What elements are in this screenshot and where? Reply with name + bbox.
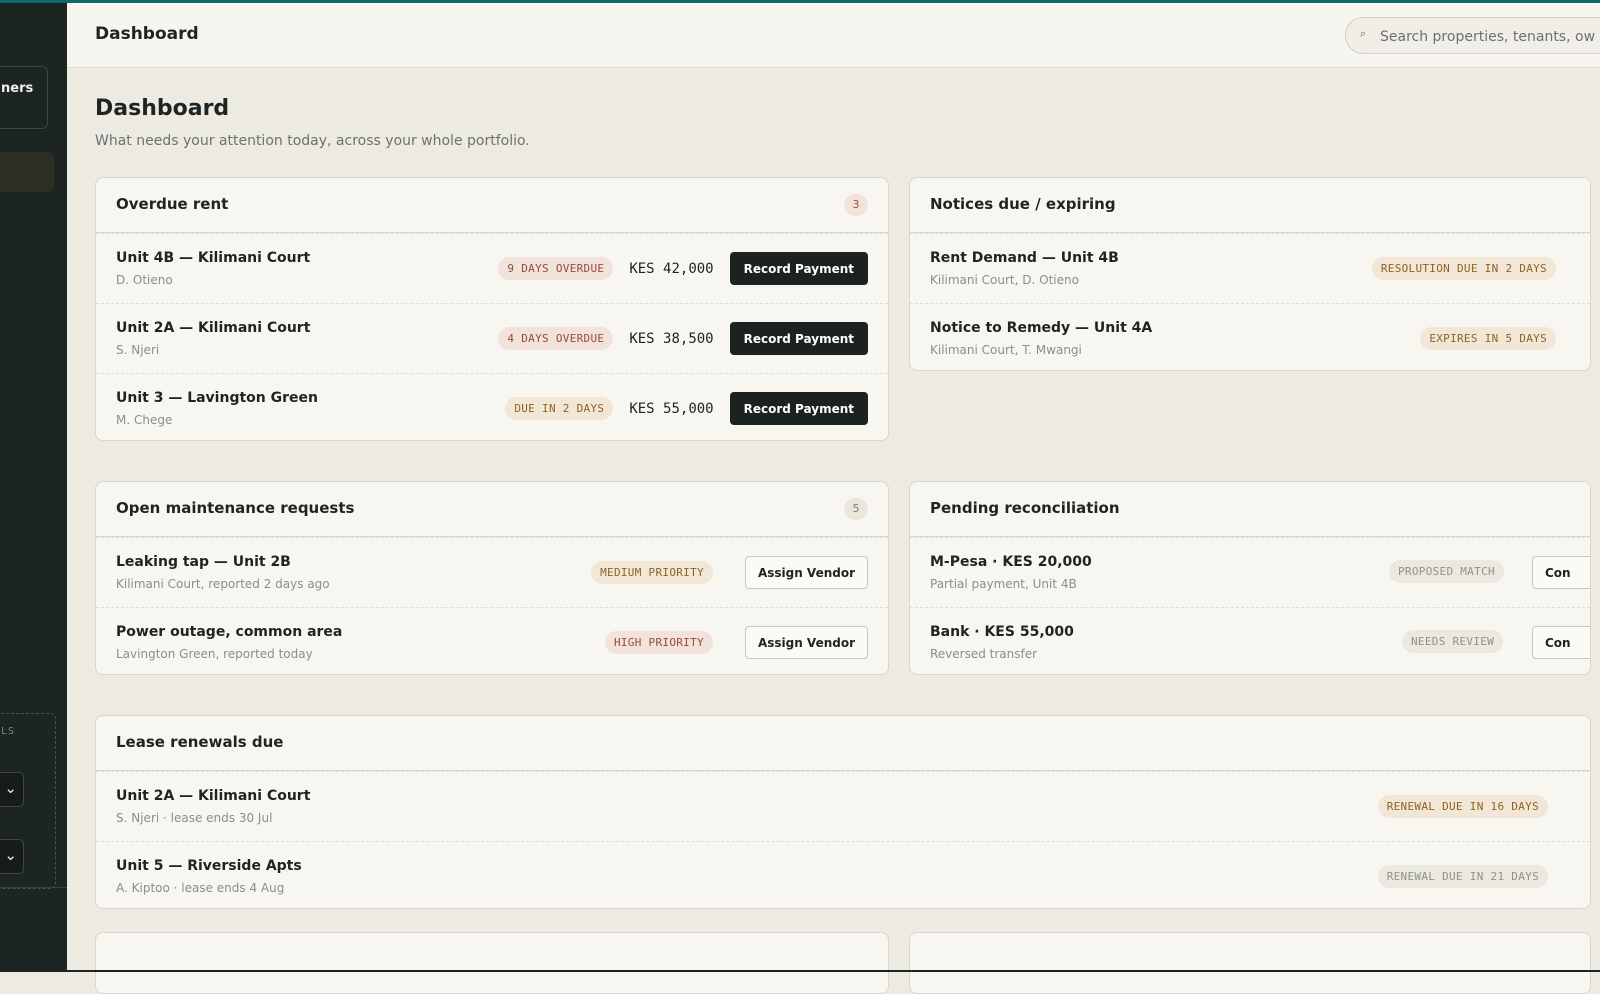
card-header: Overdue rent 3 [96,178,888,233]
status-badge: DUE IN 2 DAYS [505,397,614,420]
search-box[interactable]: ⌕ [1345,17,1600,54]
record-payment-button[interactable]: Record Payment [729,322,868,355]
item-subtitle: M. Chege [116,413,173,427]
card-title: Notices due / expiring [930,195,1116,213]
status-badge: MEDIUM PRIORITY [591,561,713,584]
status-badge: EXPIRES IN 5 DAYS [1420,327,1556,350]
item-title: Notice to Remedy — Unit 4A [930,320,1153,336]
list-item: Unit 5 — Riverside Apts A. Kiptoo · leas… [96,841,1590,908]
card-header: Notices due / expiring [910,178,1590,233]
notices-card: Notices due / expiring Rent Demand — Uni… [909,177,1591,371]
status-badge: RENEWAL DUE IN 16 DAYS [1377,795,1548,818]
status-badge: HIGH PRIORITY [604,631,713,654]
top-bar: Dashboard ⌕ [67,3,1600,68]
status-badge: RENEWAL DUE IN 21 DAYS [1377,865,1548,888]
lease-renewals-card: Lease renewals due Unit 2A — Kilimani Co… [95,715,1591,909]
card-title: Pending reconciliation [930,499,1120,517]
list-item: Unit 2A — Kilimani Court S. Njeri · leas… [96,771,1590,841]
item-subtitle: S. Njeri [116,343,160,357]
card-partial [95,932,889,994]
filters-label: LS [1,726,16,737]
chevron-down-icon: ⌄ [4,779,17,797]
item-title: Leaking tap — Unit 2B [116,554,291,570]
filter-select-2[interactable]: ⌄ [0,839,24,874]
item-title: Unit 5 — Riverside Apts [116,858,302,874]
sidebar-item-active[interactable] [0,152,54,192]
list-item: Unit 4B — Kilimani Court D. Otieno 9 DAY… [96,233,888,303]
item-subtitle: Partial payment, Unit 4B [930,577,1077,591]
item-title: Unit 3 — Lavington Green [116,390,318,406]
chevron-down-icon: ⌄ [4,846,17,864]
search-icon: ⌕ [1360,27,1367,40]
owners-switcher-label: ners [1,81,34,96]
item-subtitle: Kilimani Court, D. Otieno [930,273,1079,287]
app-window: ners LS ⌄ ⌄ Dashboard ⌕ Dashboard What n… [0,0,1600,994]
count-badge: 3 [844,194,868,216]
status-badge: NEEDS REVIEW [1402,630,1504,653]
filter-select-1[interactable]: ⌄ [0,772,24,807]
maintenance-card: Open maintenance requests 5 Leaking tap … [95,481,889,675]
confirm-match-button[interactable]: Con [1532,556,1590,589]
card-header: Open maintenance requests 5 [96,482,888,537]
card-header: Pending reconciliation [910,482,1590,537]
count-badge: 5 [844,498,868,520]
sidebar-filters-panel: LS ⌄ ⌄ [0,713,56,889]
card-title: Open maintenance requests [116,499,355,517]
topbar-title: Dashboard [95,24,199,44]
item-title: Unit 2A — Kilimani Court [116,788,311,804]
item-title: M-Pesa · KES 20,000 [930,554,1092,570]
assign-vendor-button[interactable]: Assign Vendor [744,626,868,659]
card-partial [909,932,1591,994]
assign-vendor-button[interactable]: Assign Vendor [744,556,868,589]
item-title: Unit 4B — Kilimani Court [116,250,311,266]
record-payment-button[interactable]: Record Payment [729,252,868,285]
item-title: Rent Demand — Unit 4B [930,250,1119,266]
item-title: Bank · KES 55,000 [930,624,1074,640]
status-badge: RESOLUTION DUE IN 2 DAYS [1371,257,1556,280]
list-item: Unit 3 — Lavington Green M. Chege DUE IN… [96,373,888,440]
item-subtitle: D. Otieno [116,273,173,287]
item-subtitle: Reversed transfer [930,647,1038,661]
item-subtitle: Lavington Green, reported today [116,647,313,661]
item-title: Power outage, common area [116,624,343,640]
sidebar: ners LS ⌄ ⌄ [0,3,67,972]
item-subtitle: A. Kiptoo · lease ends 4 Aug [116,881,285,895]
item-subtitle: S. Njeri · lease ends 30 Jul [116,811,273,825]
list-item: Leaking tap — Unit 2B Kilimani Court, re… [96,537,888,607]
reconciliation-card: Pending reconciliation M-Pesa · KES 20,0… [909,481,1591,675]
search-input[interactable] [1378,18,1600,53]
card-title: Overdue rent [116,195,229,213]
sidebar-divider [0,887,67,888]
status-badge: 4 DAYS OVERDUE [498,327,614,350]
item-title: Unit 2A — Kilimani Court [116,320,311,336]
amount: KES 42,000 [629,260,714,277]
list-item: Rent Demand — Unit 4B Kilimani Court, D.… [910,233,1590,303]
item-subtitle: Kilimani Court, reported 2 days ago [116,577,330,591]
amount: KES 38,500 [629,330,714,347]
overdue-rent-card: Overdue rent 3 Unit 4B — Kilimani Court … [95,177,889,441]
confirm-match-button[interactable]: Con [1532,626,1590,659]
list-item: Bank · KES 55,000 Reversed transfer NEED… [910,607,1590,674]
list-item: M-Pesa · KES 20,000 Partial payment, Uni… [910,537,1590,607]
card-header: Lease renewals due [96,716,1590,771]
status-badge: PROPOSED MATCH [1389,560,1504,583]
card-title: Lease renewals due [116,733,284,751]
list-item: Notice to Remedy — Unit 4A Kilimani Cour… [910,303,1590,370]
owners-switcher[interactable]: ners [0,66,48,129]
record-payment-button[interactable]: Record Payment [729,392,868,425]
page-title: Dashboard [95,96,230,121]
list-item: Power outage, common area Lavington Gree… [96,607,888,674]
amount: KES 55,000 [629,400,714,417]
page-subtitle: What needs your attention today, across … [95,133,530,149]
list-item: Unit 2A — Kilimani Court S. Njeri 4 DAYS… [96,303,888,373]
status-badge: 9 DAYS OVERDUE [498,257,614,280]
item-subtitle: Kilimani Court, T. Mwangi [930,343,1082,357]
